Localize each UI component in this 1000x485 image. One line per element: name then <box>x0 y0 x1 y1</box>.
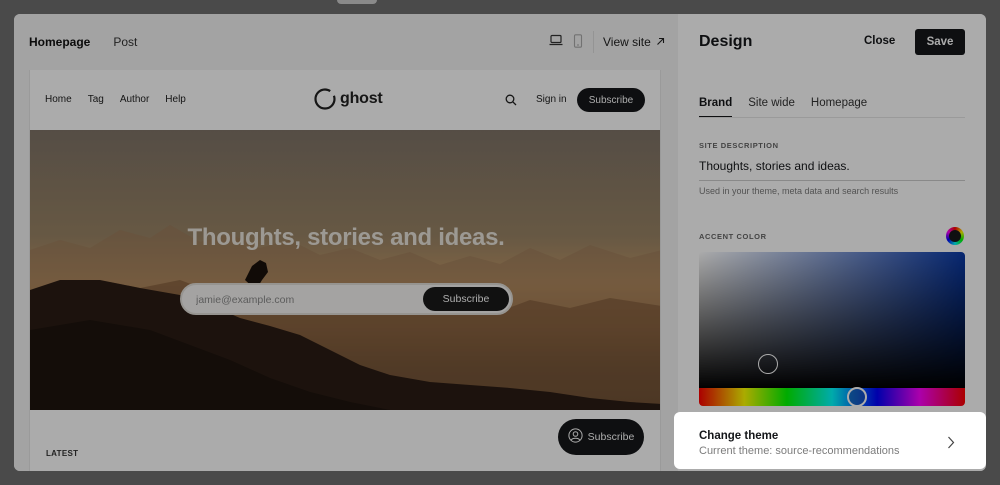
desktop-icon[interactable] <box>549 34 563 48</box>
site-nav-home[interactable]: Home <box>45 94 72 105</box>
tab-brand[interactable]: Brand <box>699 97 733 118</box>
hero-subscribe-button[interactable]: Subscribe <box>423 287 509 311</box>
preview-area: Homepage Post View site Home Tag Author … <box>14 14 678 471</box>
panel-title: Design <box>699 33 753 50</box>
ghost-logo-icon <box>314 88 336 110</box>
site-description-label: SITE DESCRIPTION <box>699 141 779 150</box>
hue-slider[interactable] <box>699 387 965 407</box>
site-logo[interactable]: ghost <box>314 88 383 110</box>
design-settings-panel: Design Close Save Brand Site wide Homepa… <box>678 14 986 471</box>
current-theme-label: Current theme: source-recommendations <box>699 445 900 457</box>
site-nav-help[interactable]: Help <box>165 94 186 105</box>
header-subscribe-button[interactable]: Subscribe <box>577 88 645 112</box>
tab-site-wide[interactable]: Site wide <box>748 97 795 109</box>
site-header: Home Tag Author Help ghost Sign in Subsc… <box>30 70 660 130</box>
color-picker-saturation[interactable] <box>699 252 965 389</box>
accent-color-label: ACCENT COLOR <box>699 232 767 241</box>
chevron-right-icon <box>947 436 955 454</box>
site-nav-links: Home Tag Author Help <box>45 94 186 105</box>
tabs-divider <box>699 117 965 118</box>
site-description-field[interactable]: Thoughts, stories and ideas. <box>699 159 965 181</box>
mobile-icon[interactable] <box>573 34 583 48</box>
hero-background-image <box>30 225 660 410</box>
tab-post[interactable]: Post <box>113 35 137 49</box>
latest-heading: LATEST <box>46 449 79 458</box>
tab-homepage-settings[interactable]: Homepage <box>811 97 867 109</box>
email-field[interactable] <box>196 291 416 309</box>
hero-section: Thoughts, stories and ideas. Subscribe <box>30 130 660 410</box>
site-preview-frame: Home Tag Author Help ghost Sign in Subsc… <box>29 70 661 471</box>
device-toggle <box>549 34 583 48</box>
arrow-up-right-icon <box>656 35 665 49</box>
portal-subscribe-label: Subscribe <box>587 431 635 443</box>
close-button[interactable]: Close <box>864 35 895 47</box>
hue-slider-handle[interactable] <box>847 387 867 407</box>
site-nav-author[interactable]: Author <box>120 94 149 105</box>
portal-subscribe-button[interactable]: Subscribe <box>558 419 644 455</box>
color-picker-handle[interactable] <box>758 354 778 374</box>
change-theme-row[interactable]: Change theme Current theme: source-recom… <box>674 412 986 469</box>
accent-color-swatch[interactable] <box>946 227 964 245</box>
preview-tabs: Homepage Post <box>29 35 137 49</box>
tab-homepage[interactable]: Homepage <box>29 35 90 49</box>
preview-toolbar: Homepage Post View site <box>14 14 678 70</box>
site-nav-tag[interactable]: Tag <box>88 94 104 105</box>
user-icon <box>568 428 583 446</box>
panel-tabs: Brand Site wide Homepage <box>699 97 867 118</box>
hero-subscribe-form: Subscribe <box>180 283 513 315</box>
toolbar-divider <box>593 31 594 53</box>
view-site-label: View site <box>603 35 651 49</box>
change-theme-title: Change theme <box>699 430 779 442</box>
search-icon[interactable] <box>505 93 517 111</box>
hero-title: Thoughts, stories and ideas. <box>187 224 505 251</box>
design-modal: Homepage Post View site Home Tag Author … <box>14 14 986 471</box>
logo-text: ghost <box>340 90 383 107</box>
view-site-link[interactable]: View site <box>603 35 665 49</box>
site-description-hint: Used in your theme, meta data and search… <box>699 186 899 196</box>
save-button[interactable]: Save <box>915 29 965 55</box>
sign-in-link[interactable]: Sign in <box>536 94 567 105</box>
top-tab-hint <box>337 0 377 4</box>
